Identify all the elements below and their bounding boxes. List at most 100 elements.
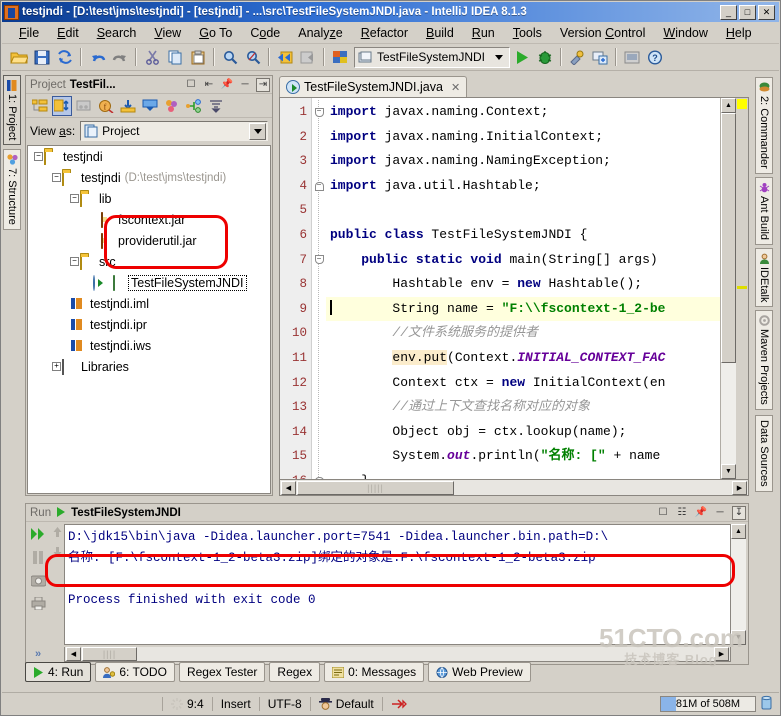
pin-icon[interactable]: 📌 <box>694 506 708 520</box>
maximize-button[interactable]: □ <box>739 4 756 20</box>
sidebar-item-data-sources[interactable]: Data Sources <box>755 415 773 492</box>
open-folder-icon[interactable] <box>8 46 30 68</box>
tree-node-providerutil-jar[interactable]: providerutil.jar <box>28 230 270 251</box>
pause-icon[interactable] <box>29 549 47 565</box>
gc-trash-icon[interactable] <box>760 695 773 713</box>
scroll-up-arrow[interactable]: ▲ <box>731 524 746 539</box>
sync-icon[interactable] <box>54 46 76 68</box>
tab-regex[interactable]: Regex <box>269 662 321 682</box>
compile-icon[interactable] <box>329 46 351 68</box>
minimize-button[interactable]: _ <box>720 4 737 20</box>
pin-icon[interactable]: 📌 <box>220 78 234 92</box>
prev-occurrence-icon[interactable] <box>52 526 63 540</box>
show-members-icon[interactable]: f <box>96 96 116 116</box>
status-vcs[interactable] <box>383 696 415 712</box>
tree-node-testjndi-module[interactable]: − testjndi (D:\test\jms\testjndi) <box>28 167 270 188</box>
editor-error-stripe[interactable] <box>736 98 748 479</box>
scroll-down-arrow[interactable]: ▼ <box>721 464 736 479</box>
autoscroll-to-source-icon[interactable] <box>52 95 72 116</box>
rerun-icon[interactable] <box>29 526 47 542</box>
tab-web-preview[interactable]: Web Preview <box>428 662 531 682</box>
show-modules-icon[interactable] <box>74 96 94 116</box>
tab-run[interactable]: 4: Run <box>25 662 92 682</box>
run-button[interactable] <box>511 46 533 68</box>
chevron-down-icon[interactable] <box>495 54 504 60</box>
tab-todo[interactable]: 6: TODO <box>95 662 175 682</box>
menu-version-control[interactable]: Version Control <box>551 24 654 42</box>
editor-vertical-scrollbar[interactable]: ▲ ▼ <box>720 98 736 479</box>
expand-toggle[interactable]: − <box>70 194 79 203</box>
menu-analyze[interactable]: Analyze <box>289 24 351 42</box>
tree-node-testjndi-iml[interactable]: testjndi.iml <box>28 293 270 314</box>
editor-body[interactable]: 1 2 3 4 5 6 7 8 9 10 11 12 13 14 15 16 1… <box>279 97 749 480</box>
save-all-icon[interactable] <box>31 46 53 68</box>
collapse-icon[interactable]: ⇤ <box>202 78 216 92</box>
chevron-down-icon[interactable] <box>249 122 266 140</box>
group-icon[interactable] <box>162 96 182 116</box>
forward-icon[interactable] <box>297 46 319 68</box>
close-icon[interactable]: ✕ <box>451 81 460 94</box>
status-inspection-profile[interactable]: Default <box>311 696 382 712</box>
view-as-select[interactable]: Project <box>80 121 268 141</box>
restore-icon[interactable]: ☐ <box>184 78 198 92</box>
sort-icon[interactable] <box>206 96 226 116</box>
scroll-track[interactable] <box>731 539 746 630</box>
menu-code[interactable]: Code <box>241 24 289 42</box>
console-vertical-scrollbar[interactable]: ▲ ▼ <box>731 524 746 645</box>
menu-file[interactable]: FFileile <box>10 24 48 42</box>
status-encoding[interactable]: UTF-8 <box>260 696 310 712</box>
settings-button[interactable] <box>566 46 588 68</box>
menu-window[interactable]: Window <box>654 24 716 42</box>
replace-icon[interactable] <box>242 46 264 68</box>
tree-node-testjndi-iws[interactable]: testjndi.iws <box>28 335 270 356</box>
menu-go-to[interactable]: Go To <box>190 24 241 42</box>
tree-node-lib[interactable]: − lib <box>28 188 270 209</box>
close-button[interactable]: ✕ <box>758 4 775 20</box>
help-button[interactable]: ? <box>644 46 666 68</box>
menu-help[interactable]: Help <box>717 24 761 42</box>
tab-testfilesystemjndi-java[interactable]: TestFileSystemJNDI.java ✕ <box>279 76 468 97</box>
menu-search[interactable]: Search <box>88 24 146 42</box>
scroll-track[interactable] <box>721 363 736 464</box>
collapse-all-icon[interactable] <box>140 96 160 116</box>
flatten-packages-icon[interactable] <box>30 96 50 116</box>
scroll-left-arrow[interactable]: ◀ <box>281 480 296 495</box>
tab-messages[interactable]: 0: Messages <box>324 662 425 682</box>
scroll-up-arrow[interactable]: ▲ <box>721 98 736 113</box>
tree-node-libraries[interactable]: + Libraries <box>28 356 270 377</box>
fold-marker[interactable]: − <box>312 100 326 125</box>
project-structure-button[interactable] <box>589 46 611 68</box>
more-icon[interactable]: » <box>29 646 47 662</box>
status-memory-indicator[interactable]: 81M of 508M <box>660 695 756 712</box>
warning-stripe-marker[interactable] <box>737 99 747 109</box>
sidebar-item-structure[interactable]: 7: Structure <box>3 149 21 231</box>
minimize-icon[interactable]: ─ <box>713 506 727 520</box>
expand-toggle[interactable]: + <box>52 362 61 371</box>
menu-edit[interactable]: Edit <box>48 24 88 42</box>
expand-toggle[interactable]: − <box>34 152 43 161</box>
sidebar-item-project[interactable]: 1: Project <box>3 75 21 146</box>
scroll-left-arrow[interactable]: ◀ <box>66 647 81 661</box>
status-insert-mode[interactable]: Insert <box>213 696 259 712</box>
settings-icon[interactable]: ☷ <box>675 506 689 520</box>
dump-threads-icon[interactable] <box>29 572 47 588</box>
project-tree[interactable]: − testjndi − testjndi (D:\test\jms\testj… <box>27 145 271 494</box>
paste-icon[interactable] <box>187 46 209 68</box>
changed-line-stripe-marker[interactable] <box>737 286 747 289</box>
hide-icon[interactable]: ⇥ <box>256 77 270 92</box>
redo-icon[interactable] <box>109 46 131 68</box>
menu-run[interactable]: Run <box>463 24 504 42</box>
next-occurrence-icon[interactable] <box>52 546 63 560</box>
run-configuration-combo[interactable]: TestFileSystemJNDI <box>354 46 511 68</box>
scroll-right-arrow[interactable]: ▶ <box>732 480 747 495</box>
scroll-from-source-icon[interactable] <box>118 96 138 116</box>
menu-refactor[interactable]: Refactor <box>352 24 417 42</box>
back-icon[interactable] <box>274 46 296 68</box>
sidebar-item-commander[interactable]: 2: Commander <box>755 77 773 174</box>
sidebar-item-maven-projects[interactable]: Maven Projects <box>755 310 773 411</box>
tab-regex-tester[interactable]: Regex Tester <box>178 662 266 682</box>
minimize-icon[interactable]: ─ <box>238 78 252 92</box>
scroll-thumb[interactable] <box>721 113 736 363</box>
editor-code[interactable]: import javax.naming.Context; import javax… <box>326 98 720 479</box>
expand-toggle[interactable]: − <box>70 257 79 266</box>
